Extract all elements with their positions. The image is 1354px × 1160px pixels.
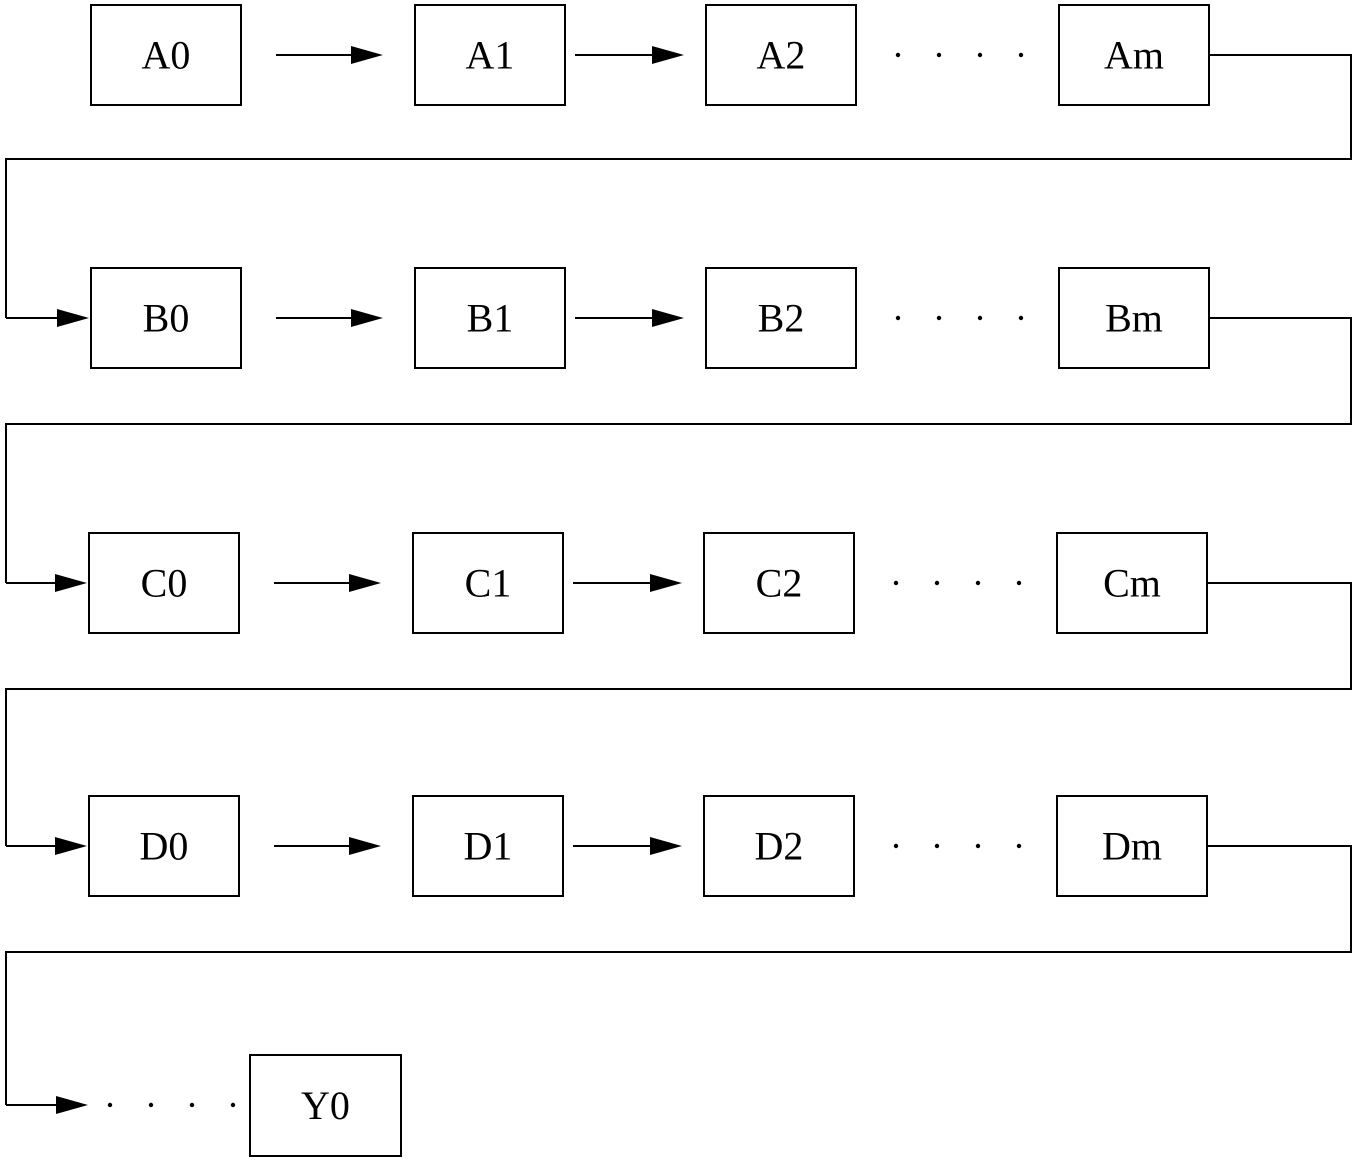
ellipsis-row-3-dot: [975, 580, 981, 586]
ellipsis-row-2-dot: [936, 315, 942, 321]
node-c0-label: C0: [141, 561, 188, 606]
connector-row-2-entry-head: [57, 309, 89, 327]
ellipsis-row-2-dot: [977, 315, 983, 321]
node-c1-label: C1: [465, 561, 512, 606]
node-d1-label: D1: [464, 824, 513, 869]
ellipsis-row-3-dot: [1016, 580, 1022, 586]
node-a0-label: A0: [142, 33, 191, 78]
flow-diagram: A0 A1 A2 Am B0 B1 B2 Bm C0 C1 C2 Cm D0 D1 D2 Dm Y0: [5, 4, 1352, 1157]
node-cm-label: Cm: [1103, 561, 1161, 606]
node-bm-label: Bm: [1105, 296, 1163, 341]
ellipsis-row-4-dot: [893, 843, 899, 849]
node-b2-label: B2: [758, 296, 805, 341]
node-d2-label: D2: [755, 824, 804, 869]
arrow-b0-b1-head: [351, 309, 383, 327]
arrow-c0-c1-head: [349, 574, 381, 592]
connector-row-3-entry-head: [55, 574, 87, 592]
node-a1-label: A1: [466, 33, 515, 78]
node-b1-label: B1: [467, 296, 514, 341]
arrow-a1-a2-head: [652, 46, 684, 64]
ellipsis-row-1-dot: [1018, 52, 1024, 58]
node-dm-label: Dm: [1102, 824, 1162, 869]
ellipsis-row-1-dot: [936, 52, 942, 58]
ellipsis-row-2-dot: [895, 315, 901, 321]
ellipsis-row-4-dot: [1016, 843, 1022, 849]
connector-row-4-entry-head: [55, 837, 87, 855]
node-y0-label: Y0: [301, 1083, 350, 1128]
ellipsis-final-dot: [189, 1102, 195, 1108]
ellipsis-row-4-dot: [934, 843, 940, 849]
node-d0-label: D0: [140, 824, 189, 869]
ellipsis-row-3-dot: [893, 580, 899, 586]
arrow-d1-d2-head: [650, 837, 682, 855]
connector-final-entry-head: [56, 1096, 88, 1114]
ellipsis-row-3-dot: [934, 580, 940, 586]
node-b0-label: B0: [143, 296, 190, 341]
ellipsis-final-dot: [230, 1102, 236, 1108]
ellipsis-final-dot: [107, 1102, 113, 1108]
arrow-b1-b2-head: [652, 309, 684, 327]
ellipsis-row-4-dot: [975, 843, 981, 849]
ellipsis-row-2-dot: [1018, 315, 1024, 321]
node-c2-label: C2: [756, 561, 803, 606]
node-a2-label: A2: [757, 33, 806, 78]
arrow-d0-d1-head: [349, 837, 381, 855]
arrow-a0-a1-head: [351, 46, 383, 64]
ellipsis-row-1-dot: [977, 52, 983, 58]
arrow-c1-c2-head: [650, 574, 682, 592]
ellipsis-row-1-dot: [895, 52, 901, 58]
ellipsis-final-dot: [148, 1102, 154, 1108]
node-am-label: Am: [1104, 33, 1164, 78]
